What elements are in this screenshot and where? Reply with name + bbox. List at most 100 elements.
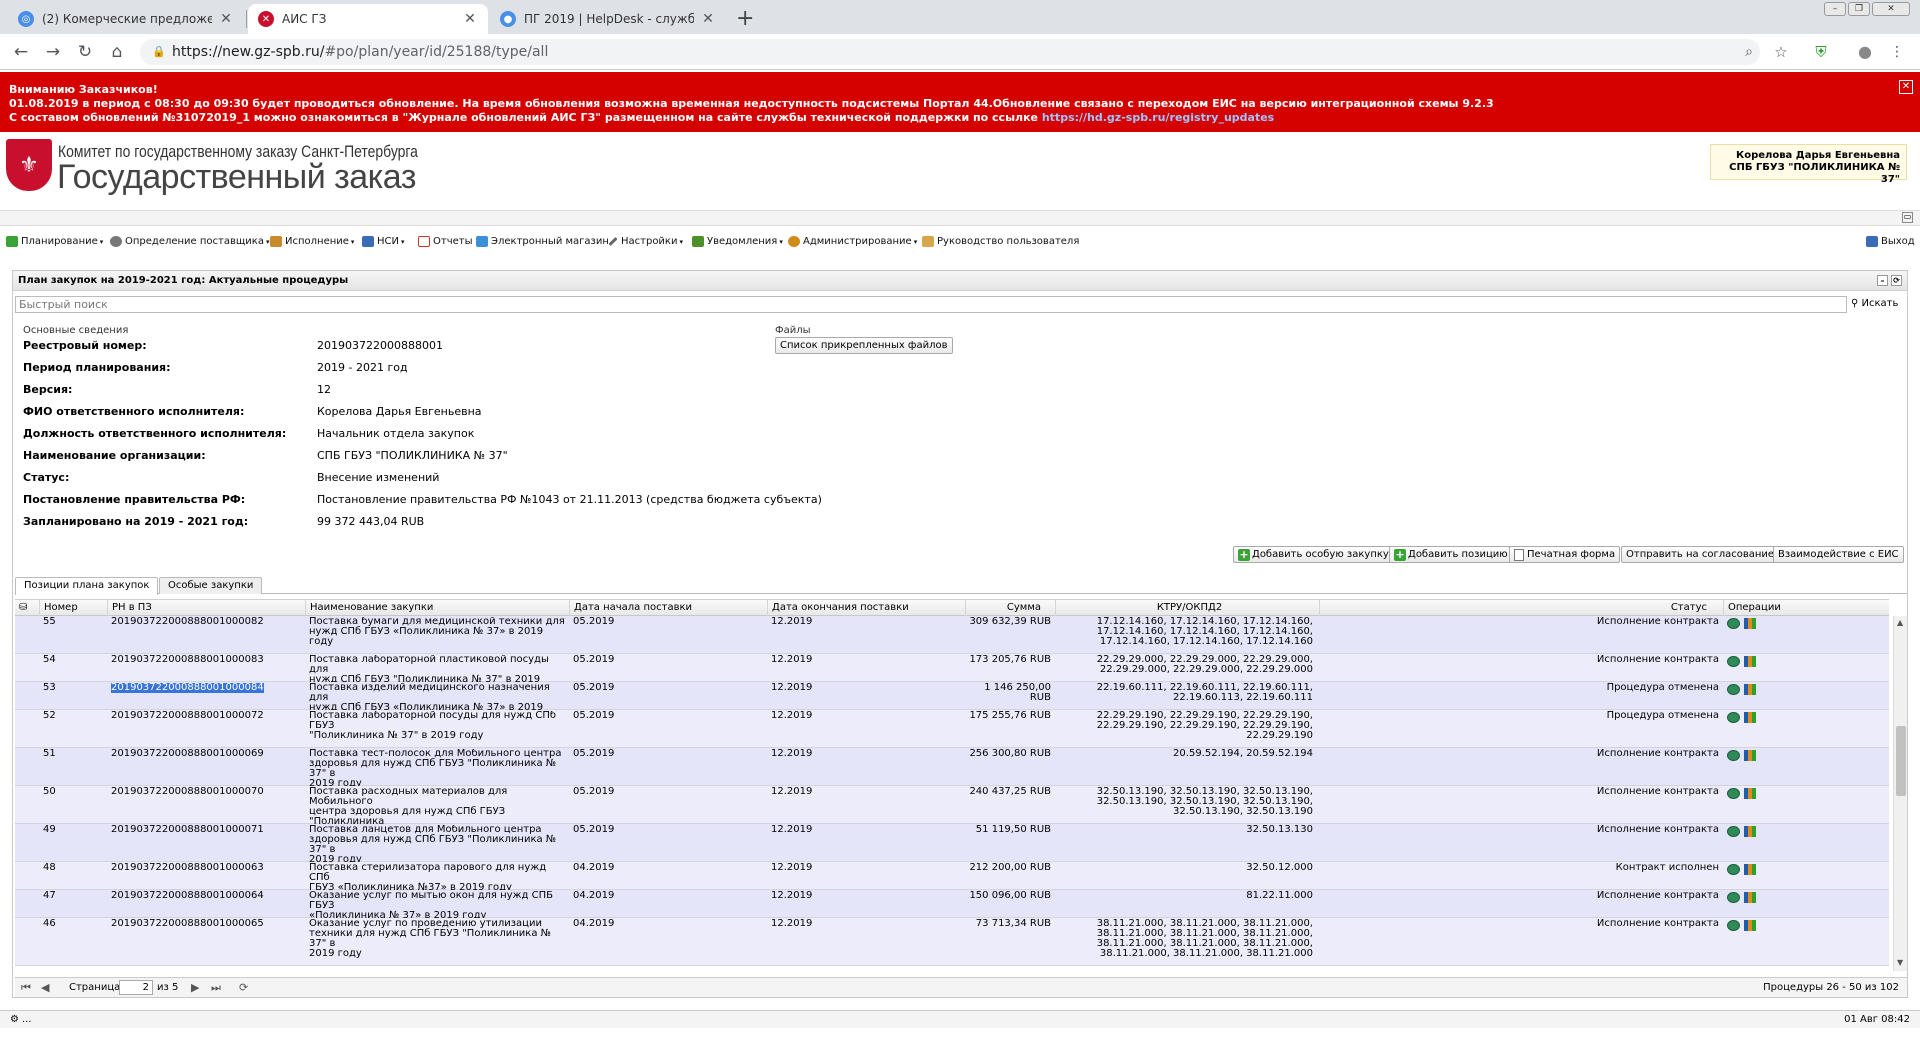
column-status[interactable]: Статус: [1319, 600, 1723, 616]
reload-icon[interactable]: ↻: [74, 41, 96, 63]
user-info[interactable]: Корелова Дарья Евгеньевна СПБ ГБУЗ "ПОЛИ…: [1710, 144, 1907, 185]
browser-menu-icon[interactable]: ⋮: [1886, 41, 1908, 63]
add-position-button[interactable]: + Добавить позицию: [1389, 546, 1513, 563]
scroll-down-icon[interactable]: ▼: [1897, 958, 1903, 967]
table-row[interactable]: 53 201903722000888001000084 Поставка издел…: [15, 682, 1889, 723]
last-page-icon[interactable]: ⏭: [211, 981, 221, 995]
close-tab-icon[interactable]: ✕: [218, 11, 234, 27]
forward-arrow-icon[interactable]: →: [42, 41, 64, 63]
chart-icon[interactable]: [1744, 920, 1756, 931]
column-name[interactable]: Наименование закупки: [305, 600, 569, 616]
edit-gear-icon[interactable]: [1727, 684, 1740, 695]
edit-gear-icon[interactable]: [1727, 892, 1740, 903]
table-row[interactable]: 49 201903722000888001000071 Поставка ланце…: [15, 824, 1889, 865]
next-page-icon[interactable]: ▶: [191, 981, 199, 994]
zoom-icon[interactable]: ⌕: [1738, 41, 1760, 63]
send-approval-button[interactable]: Отправить на согласование: [1621, 546, 1780, 563]
menu-planning[interactable]: Планирование ▾: [6, 236, 103, 247]
menu-supplier-definition[interactable]: Определение поставщика ▾: [110, 236, 270, 247]
table-row[interactable]: 47 201903722000888001000064 Оказание услуг…: [15, 890, 1889, 921]
browser-tab-commercial[interactable]: ◎ (2) Комерческие предложения - П ✕: [8, 4, 244, 34]
menu-user-guide[interactable]: Руководство пользователя: [922, 236, 1079, 247]
close-tab-icon[interactable]: ✕: [700, 11, 716, 27]
column-number[interactable]: Номер: [39, 600, 107, 616]
window-close-icon[interactable]: ✕: [1872, 2, 1910, 16]
chart-icon[interactable]: [1744, 864, 1756, 875]
records-summary: Процедуры 26 - 50 из 102: [1763, 982, 1899, 993]
tab-special-purchases[interactable]: Особые закупки: [159, 577, 263, 594]
menu-reports[interactable]: Отчеты: [418, 236, 472, 247]
edit-gear-icon[interactable]: [1727, 788, 1740, 799]
menu-notifications[interactable]: Уведомления ▾: [692, 236, 783, 247]
edit-gear-icon[interactable]: [1727, 864, 1740, 875]
quick-search-input[interactable]: Быстрый поиск: [15, 296, 1847, 313]
home-icon[interactable]: ⌂: [106, 41, 128, 63]
eis-interaction-button[interactable]: Взаимодействие с ЕИС: [1773, 546, 1904, 563]
tab-plan-positions[interactable]: Позиции плана закупок: [15, 577, 159, 595]
shield-extension-icon[interactable]: ⛨: [1810, 41, 1832, 63]
table-row[interactable]: 55 201903722000888001000082 Поставка бумаг…: [15, 616, 1889, 654]
table-row[interactable]: 54 201903722000888001000083 Поставка лабор…: [15, 654, 1889, 695]
column-start-date[interactable]: Дата начала поставки: [569, 600, 767, 616]
edit-gear-icon[interactable]: [1727, 712, 1740, 723]
chart-icon[interactable]: [1744, 684, 1756, 695]
menu-administration[interactable]: Администрирование ▾: [788, 236, 917, 247]
add-special-purchase-button[interactable]: + Добавить особую закупку: [1233, 546, 1394, 563]
print-form-button[interactable]: Печатная форма: [1509, 546, 1621, 563]
scroll-up-icon[interactable]: ▲: [1897, 618, 1903, 627]
field-government-decree: Постановление правительства РФ №1043 от …: [317, 493, 822, 506]
column-rn[interactable]: РН в ПЗ: [107, 600, 305, 616]
url-input[interactable]: 🔒 https://new.gz-spb.ru/#po/plan/year/id…: [140, 39, 1760, 65]
browser-tab-ais-gz[interactable]: ✕ АИС ГЗ ✕: [248, 4, 488, 34]
grid-scrollbar[interactable]: ▲ ▼: [1893, 616, 1907, 971]
minimize-panel-icon[interactable]: –: [1877, 275, 1888, 286]
menu-nsi[interactable]: НСИ ▾: [362, 236, 405, 247]
edit-gear-icon[interactable]: [1727, 750, 1740, 761]
search-button[interactable]: ⚲ Искать: [1851, 298, 1898, 309]
browser-tab-helpdesk[interactable]: ● ПГ 2019 | HelpDesk - служба техни ✕: [490, 4, 726, 34]
table-row[interactable]: 46 201903722000888001000065 Оказание услуг…: [15, 918, 1889, 966]
chart-icon[interactable]: [1744, 618, 1756, 629]
close-tab-icon[interactable]: ✕: [462, 11, 478, 27]
first-page-icon[interactable]: ⏮: [21, 981, 31, 995]
collapse-icon[interactable]: ▭: [1902, 212, 1913, 223]
prev-page-icon[interactable]: ◀: [41, 981, 49, 994]
notice-close-icon[interactable]: ✕: [1899, 80, 1913, 94]
refresh-grid-icon[interactable]: ⟳: [239, 981, 248, 994]
filter-icon[interactable]: ⛁: [15, 600, 39, 616]
edit-gear-icon[interactable]: [1727, 618, 1740, 629]
table-row[interactable]: 51 201903722000888001000069 Поставка тест-…: [15, 748, 1889, 789]
column-okpd[interactable]: КТРУ/ОКПД2: [1055, 600, 1319, 616]
minimize-icon[interactable]: –: [1824, 2, 1846, 16]
chart-icon[interactable]: [1744, 750, 1756, 761]
edit-gear-icon[interactable]: [1727, 920, 1740, 931]
scroll-thumb[interactable]: [1896, 726, 1906, 796]
edit-gear-icon[interactable]: [1727, 656, 1740, 667]
table-row[interactable]: 50 201903722000888001000070 Поставка расхо…: [15, 786, 1889, 837]
edit-gear-icon[interactable]: [1727, 826, 1740, 837]
logo-title: Государственный заказ: [57, 158, 416, 196]
bookmark-star-icon[interactable]: ☆: [1770, 41, 1792, 63]
attached-files-button[interactable]: Список прикрепленных файлов: [775, 337, 953, 354]
registry-updates-link[interactable]: https://hd.gz-spb.ru/registry_updates: [1042, 111, 1274, 124]
column-sum[interactable]: Сумма: [965, 600, 1055, 616]
restore-icon[interactable]: ❐: [1848, 2, 1870, 16]
menu-settings[interactable]: Настройки ▾: [608, 236, 683, 247]
back-arrow-icon[interactable]: ←: [10, 41, 32, 63]
new-tab-button[interactable]: +: [736, 6, 754, 31]
profile-avatar-icon[interactable]: ●: [1854, 41, 1876, 63]
logout-button[interactable]: Выход: [1866, 236, 1915, 247]
table-row[interactable]: 52 201903722000888001000072 Поставка лабор…: [15, 710, 1889, 748]
chart-icon[interactable]: [1744, 892, 1756, 903]
notice-text: 01.08.2019 в период с 08:30 до 09:30 буд…: [9, 97, 1494, 110]
chart-icon[interactable]: [1744, 656, 1756, 667]
chart-icon[interactable]: [1744, 712, 1756, 723]
chart-icon[interactable]: [1744, 826, 1756, 837]
menu-execution[interactable]: Исполнение ▾: [270, 236, 354, 247]
chart-icon[interactable]: [1744, 788, 1756, 799]
menu-e-shop[interactable]: Электронный магазин: [476, 236, 609, 247]
column-end-date[interactable]: Дата окончания поставки: [767, 600, 965, 616]
refresh-panel-icon[interactable]: ⟳: [1891, 275, 1902, 286]
table-row[interactable]: 48 201903722000888001000063 Поставка стери…: [15, 862, 1889, 893]
page-number-input[interactable]: 2: [119, 980, 153, 995]
